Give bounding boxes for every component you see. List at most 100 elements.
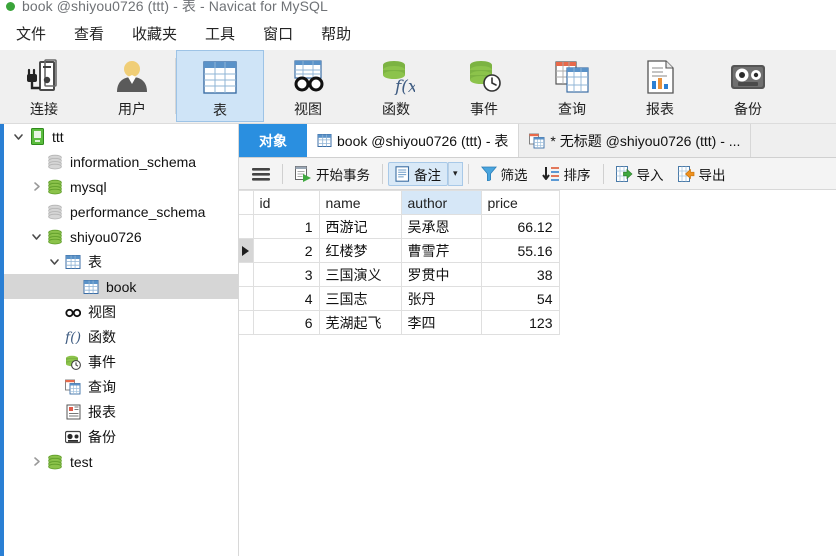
table-row[interactable]: 4 三国志 张丹 54 (239, 286, 560, 311)
menu-tools[interactable]: 工具 (191, 19, 249, 48)
backup-icon (729, 56, 767, 98)
table-row[interactable]: 6 芜湖起飞 李四 123 (239, 310, 560, 335)
ribbon-button-query[interactable]: 查询 (528, 50, 616, 122)
tree-node-mysql[interactable]: mysql (4, 174, 238, 199)
tree-node-[interactable]: 备份 (4, 424, 238, 449)
chevron-right-icon[interactable] (28, 456, 44, 467)
begin-transaction-icon (295, 165, 312, 182)
row-marker[interactable] (239, 262, 254, 287)
cell-id[interactable]: 2 (252, 238, 320, 263)
column-header-id[interactable]: id (252, 190, 320, 215)
row-marker[interactable] (239, 238, 254, 263)
table-row[interactable]: 3 三国演义 罗贯中 38 (239, 262, 560, 287)
ribbon-button-function[interactable]: f(x) 函数 (352, 50, 440, 122)
tree-node-label: 备份 (88, 428, 116, 445)
ribbon-button-label: 视图 (294, 101, 322, 117)
tree-node-performance_schema[interactable]: performance_schema (4, 199, 238, 224)
ribbon-button-event[interactable]: 事件 (440, 50, 528, 122)
chevron-right-icon[interactable] (28, 181, 44, 192)
tree-node-[interactable]: 查询 (4, 374, 238, 399)
cell-price[interactable]: 55.16 (480, 238, 560, 263)
database-grey-icon (44, 204, 66, 220)
toolbar-button-export[interactable]: 导出 (671, 162, 733, 186)
menu-window[interactable]: 窗口 (249, 19, 307, 48)
cell-id[interactable]: 1 (252, 214, 320, 239)
tab-objects[interactable]: 对象 (239, 124, 307, 157)
table-row[interactable]: 1 西游记 吴承恩 66.12 (239, 214, 560, 239)
cell-price[interactable]: 66.12 (480, 214, 560, 239)
row-marker[interactable] (239, 310, 254, 335)
tree-node-[interactable]: 事件 (4, 349, 238, 374)
tab-table[interactable]: book @shiyou0726 (ttt) - 表 (307, 124, 520, 157)
menu-view[interactable]: 查看 (60, 19, 118, 48)
ribbon-button-backup[interactable]: 备份 (704, 50, 792, 122)
cell-name[interactable]: 芜湖起飞 (318, 310, 402, 335)
note-dropdown-caret[interactable]: ▾ (448, 161, 463, 186)
row-marker[interactable] (239, 286, 254, 311)
menu-hamburger-icon[interactable] (245, 162, 277, 186)
table-icon (62, 254, 84, 270)
sort-icon (541, 166, 560, 182)
note-icon (395, 165, 410, 182)
import-icon (615, 165, 633, 182)
database-grey-icon (44, 154, 66, 170)
toolbar-button-import[interactable]: 导入 (609, 162, 671, 186)
cell-id[interactable]: 3 (252, 262, 320, 287)
cell-name[interactable]: 三国志 (318, 286, 402, 311)
cell-id[interactable]: 6 (252, 310, 320, 335)
cell-author[interactable]: 李四 (400, 310, 482, 335)
tab-label: 对象 (259, 132, 287, 149)
toolbar-button-filter[interactable]: 筛选 (474, 162, 535, 186)
cell-name[interactable]: 三国演义 (318, 262, 402, 287)
cell-name[interactable]: 红楼梦 (318, 238, 402, 263)
records-table[interactable]: id name author price 1 西游记 吴承恩 66.12 2 红楼梦 曹雪芹 55.1… (239, 190, 560, 335)
data-grid[interactable]: id name author price 1 西游记 吴承恩 66.12 2 红楼梦 曹雪芹 55.1… (239, 190, 836, 556)
cell-author[interactable]: 曹雪芹 (400, 238, 482, 263)
tree-node-[interactable]: 视图 (4, 299, 238, 324)
tree-node-information_schema[interactable]: information_schema (4, 149, 238, 174)
query-icon (62, 379, 84, 395)
cell-price[interactable]: 123 (480, 310, 560, 335)
ribbon-button-view[interactable]: 视图 (264, 50, 352, 122)
tree-node-[interactable]: 表 (4, 249, 238, 274)
toolbar-button-begin-transaction[interactable]: 开始事务 (288, 162, 377, 186)
toolbar-button-label: 导入 (636, 167, 664, 183)
column-header-author[interactable]: author (400, 190, 482, 215)
menu-file[interactable]: 文件 (2, 19, 60, 48)
svg-text:f(x): f(x) (393, 77, 415, 95)
toolbar-button-note[interactable]: 备注 (388, 161, 448, 186)
ribbon-button-report[interactable]: 报表 (616, 50, 704, 122)
column-header-price[interactable]: price (480, 190, 560, 215)
tree-node-label: test (70, 453, 93, 470)
tree-node-ttt[interactable]: ttt (4, 124, 238, 149)
tree-node-book[interactable]: book (4, 274, 238, 299)
tree-node-test[interactable]: test (4, 449, 238, 474)
chevron-down-icon[interactable] (46, 256, 62, 267)
cell-author[interactable]: 张丹 (400, 286, 482, 311)
tree-node-[interactable]: 报表 (4, 399, 238, 424)
ribbon-button-connection[interactable]: 连接 (0, 50, 88, 122)
cell-id[interactable]: 4 (252, 286, 320, 311)
table-row[interactable]: 2 红楼梦 曹雪芹 55.16 (239, 238, 560, 263)
chevron-down-icon[interactable] (28, 231, 44, 242)
cell-price[interactable]: 54 (480, 286, 560, 311)
toolbar-separator (382, 163, 383, 184)
navigation-tree[interactable]: ttt information_schema mysql performance_sc… (4, 124, 239, 556)
ribbon-button-table[interactable]: 表 (176, 50, 264, 122)
column-header-name[interactable]: name (318, 190, 402, 215)
cell-author[interactable]: 罗贯中 (400, 262, 482, 287)
cell-price[interactable]: 38 (480, 262, 560, 287)
tree-node-shiyou0726[interactable]: shiyou0726 (4, 224, 238, 249)
cell-author[interactable]: 吴承恩 (400, 214, 482, 239)
tab-query[interactable]: * 无标题 @shiyou0726 (ttt) - ... (519, 124, 752, 157)
ribbon-button-label: 用户 (118, 101, 146, 117)
menu-help[interactable]: 帮助 (307, 19, 365, 48)
cell-name[interactable]: 西游记 (318, 214, 402, 239)
menu-favorites[interactable]: 收藏夹 (118, 19, 191, 48)
tree-node-[interactable]: f() 函数 (4, 324, 238, 349)
row-marker[interactable] (239, 214, 254, 239)
chevron-down-icon[interactable] (10, 131, 26, 142)
ribbon-button-user[interactable]: 用户 (88, 50, 176, 122)
toolbar-button-sort[interactable]: 排序 (535, 162, 598, 186)
table-icon (317, 133, 332, 148)
